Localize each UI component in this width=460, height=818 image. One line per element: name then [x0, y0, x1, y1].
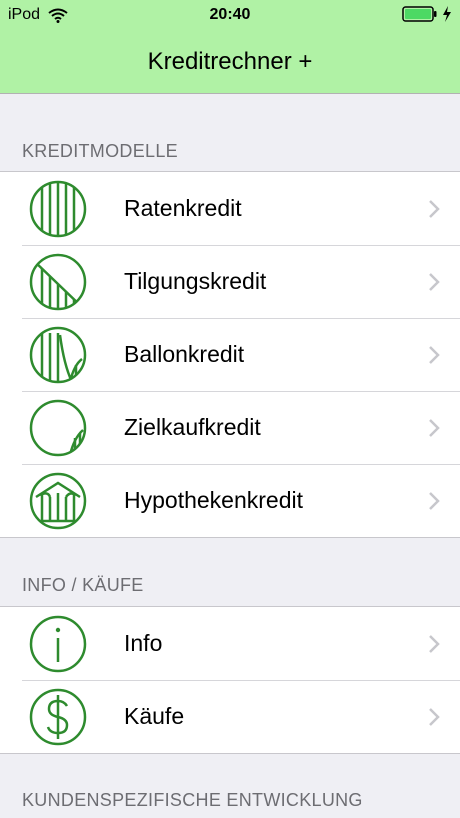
row-hypothekenkredit[interactable]: Hypothekenkredit — [0, 464, 460, 537]
row-label: Ratenkredit — [124, 195, 242, 221]
dollar-icon — [29, 688, 87, 746]
ratenkredit-icon — [29, 180, 87, 238]
row-tilgungskredit[interactable]: Tilgungskredit — [0, 245, 460, 318]
charging-bolt-icon — [443, 6, 451, 22]
info-kaeufe-group: Info Käufe — [0, 606, 460, 754]
chevron-right-icon — [429, 346, 440, 364]
kreditmodelle-group: Ratenkredit Tilgungskredit Ballonkredit … — [0, 171, 460, 538]
row-label: Tilgungskredit — [124, 268, 267, 294]
row-label: Käufe — [124, 703, 185, 729]
chevron-right-icon — [429, 635, 440, 653]
row-ballonkredit[interactable]: Ballonkredit — [0, 318, 460, 391]
row-ratenkredit[interactable]: Ratenkredit — [0, 172, 460, 245]
battery-icon — [402, 6, 437, 22]
row-label: Zielkaufkredit — [124, 414, 261, 440]
chevron-right-icon — [429, 708, 440, 726]
section-header-kundenspezifische-entwicklung: KUNDENSPEZIFISCHE ENTWICKLUNG — [22, 790, 363, 810]
chevron-right-icon — [429, 492, 440, 510]
tilgungskredit-icon — [29, 253, 87, 311]
row-kaeufe[interactable]: Käufe — [0, 680, 460, 753]
row-label: Info — [124, 630, 163, 656]
chevron-right-icon — [429, 419, 440, 437]
status-bar: iPod 20:40 — [0, 0, 460, 30]
row-label: Hypothekenkredit — [124, 487, 303, 513]
chevron-right-icon — [429, 273, 440, 291]
section-header-kreditmodelle: KREDITMODELLE — [22, 141, 178, 161]
page-title: Kreditrechner + — [147, 47, 313, 75]
navigation-bar: Kreditrechner + — [0, 30, 460, 94]
chevron-right-icon — [429, 200, 440, 218]
zielkaufkredit-icon — [29, 399, 87, 457]
row-zielkaufkredit[interactable]: Zielkaufkredit — [0, 391, 460, 464]
ballonkredit-icon — [29, 326, 87, 384]
section-header-info-kaeufe: INFO / KÄUFE — [22, 575, 144, 595]
status-time: 20:40 — [209, 6, 251, 23]
status-right — [402, 6, 452, 22]
info-icon — [29, 615, 87, 673]
row-info[interactable]: Info — [0, 607, 460, 680]
row-label: Ballonkredit — [124, 341, 245, 367]
hypothekenkredit-icon — [29, 472, 87, 530]
